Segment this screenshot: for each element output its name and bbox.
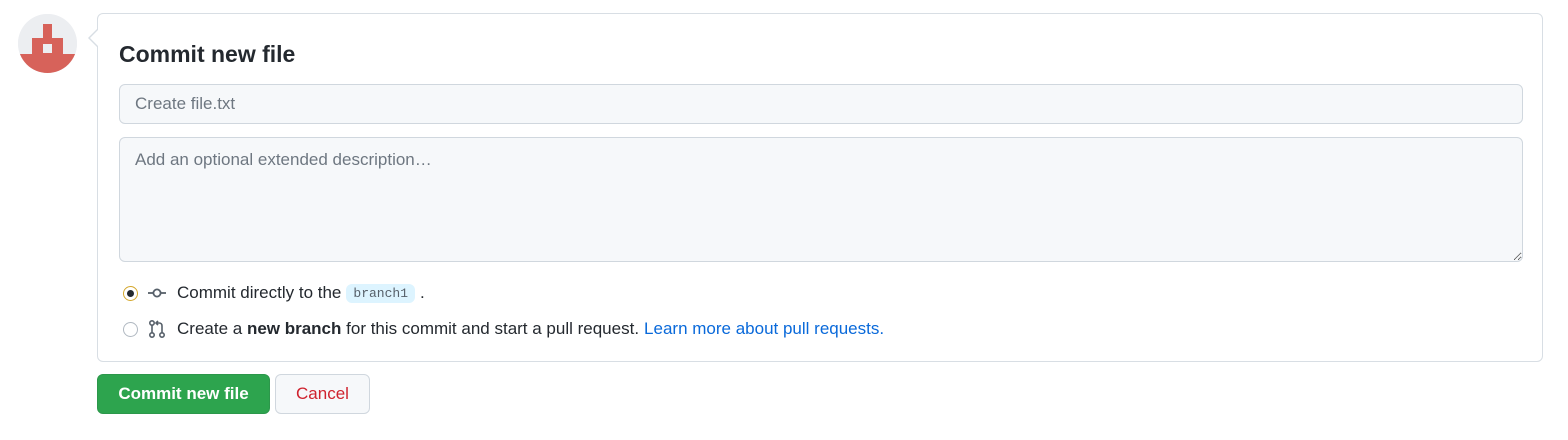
option-commit-directly[interactable]: Commit directly to the branch1 . [123,283,425,303]
git-commit-icon [148,288,166,298]
option-new-branch-bold: new branch [246,319,342,338]
learn-more-pull-requests-link[interactable]: Learn more about pull requests. [644,319,884,339]
commit-summary-input[interactable] [119,84,1523,124]
option-direct-text-end: . [420,283,425,302]
radio-new-branch[interactable] [123,321,138,337]
cancel-button[interactable]: Cancel [275,374,370,414]
option-new-branch-text: Create a [177,319,243,338]
commit-form-title: Commit new file [119,41,296,67]
radio-commit-directly[interactable] [123,285,138,301]
option-new-branch[interactable]: Create a new branch for this commit and … [123,319,884,339]
identicon-avatar-icon [18,14,77,73]
commit-description-textarea[interactable] [119,137,1523,262]
box-caret-inner [90,30,98,46]
option-new-branch-text-end: for this commit and start a pull request… [346,319,640,338]
git-pull-request-icon [148,319,166,339]
commit-form-box: Commit new file Commit directly to the b… [97,13,1543,362]
commit-new-file-button[interactable]: Commit new file [97,374,270,414]
option-direct-text: Commit directly to the [177,283,342,302]
branch-name-tag: branch1 [346,283,415,303]
avatar[interactable] [18,14,77,73]
